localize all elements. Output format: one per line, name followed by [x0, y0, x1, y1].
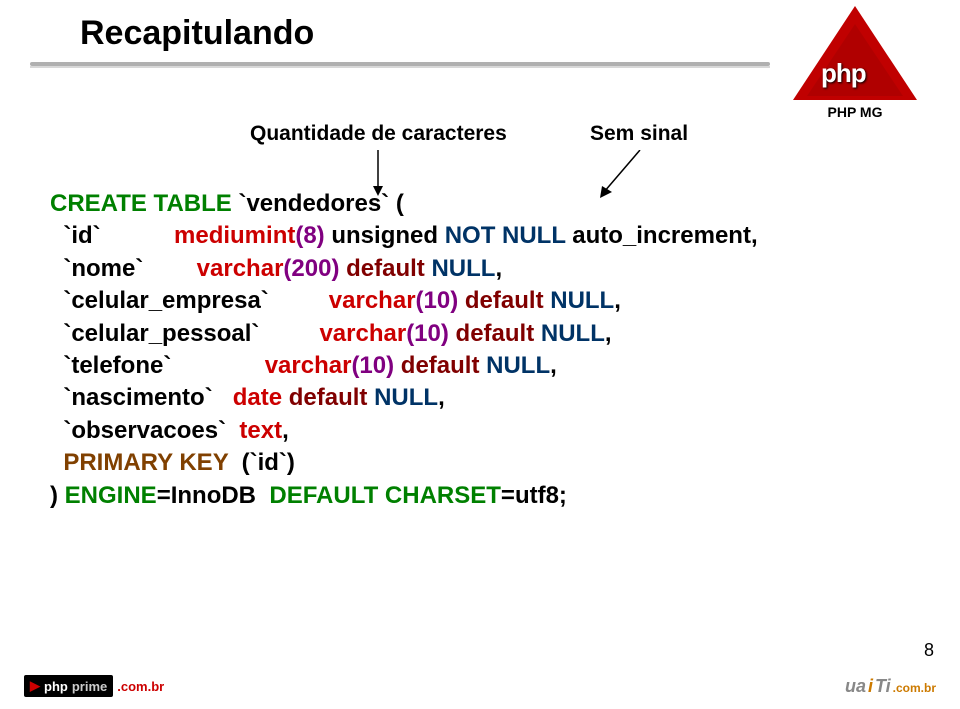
chevron-right-icon: ▶ — [30, 678, 40, 694]
title-rule — [30, 62, 770, 68]
sql-code: CREATE TABLE `vendedores` ( `id` mediumi… — [50, 188, 758, 512]
footer-uaiti: uaiTi.com.br — [845, 676, 936, 697]
page-number: 8 — [924, 640, 934, 661]
annotation-quantity: Quantidade de caracteres — [250, 122, 507, 146]
footer-phprime: ▶ phpprime .com.br — [24, 675, 164, 697]
php-mg-logo: php PHP MG — [780, 6, 930, 120]
slide-title: Recapitulando — [80, 14, 314, 53]
annotation-unsigned: Sem sinal — [590, 122, 688, 146]
